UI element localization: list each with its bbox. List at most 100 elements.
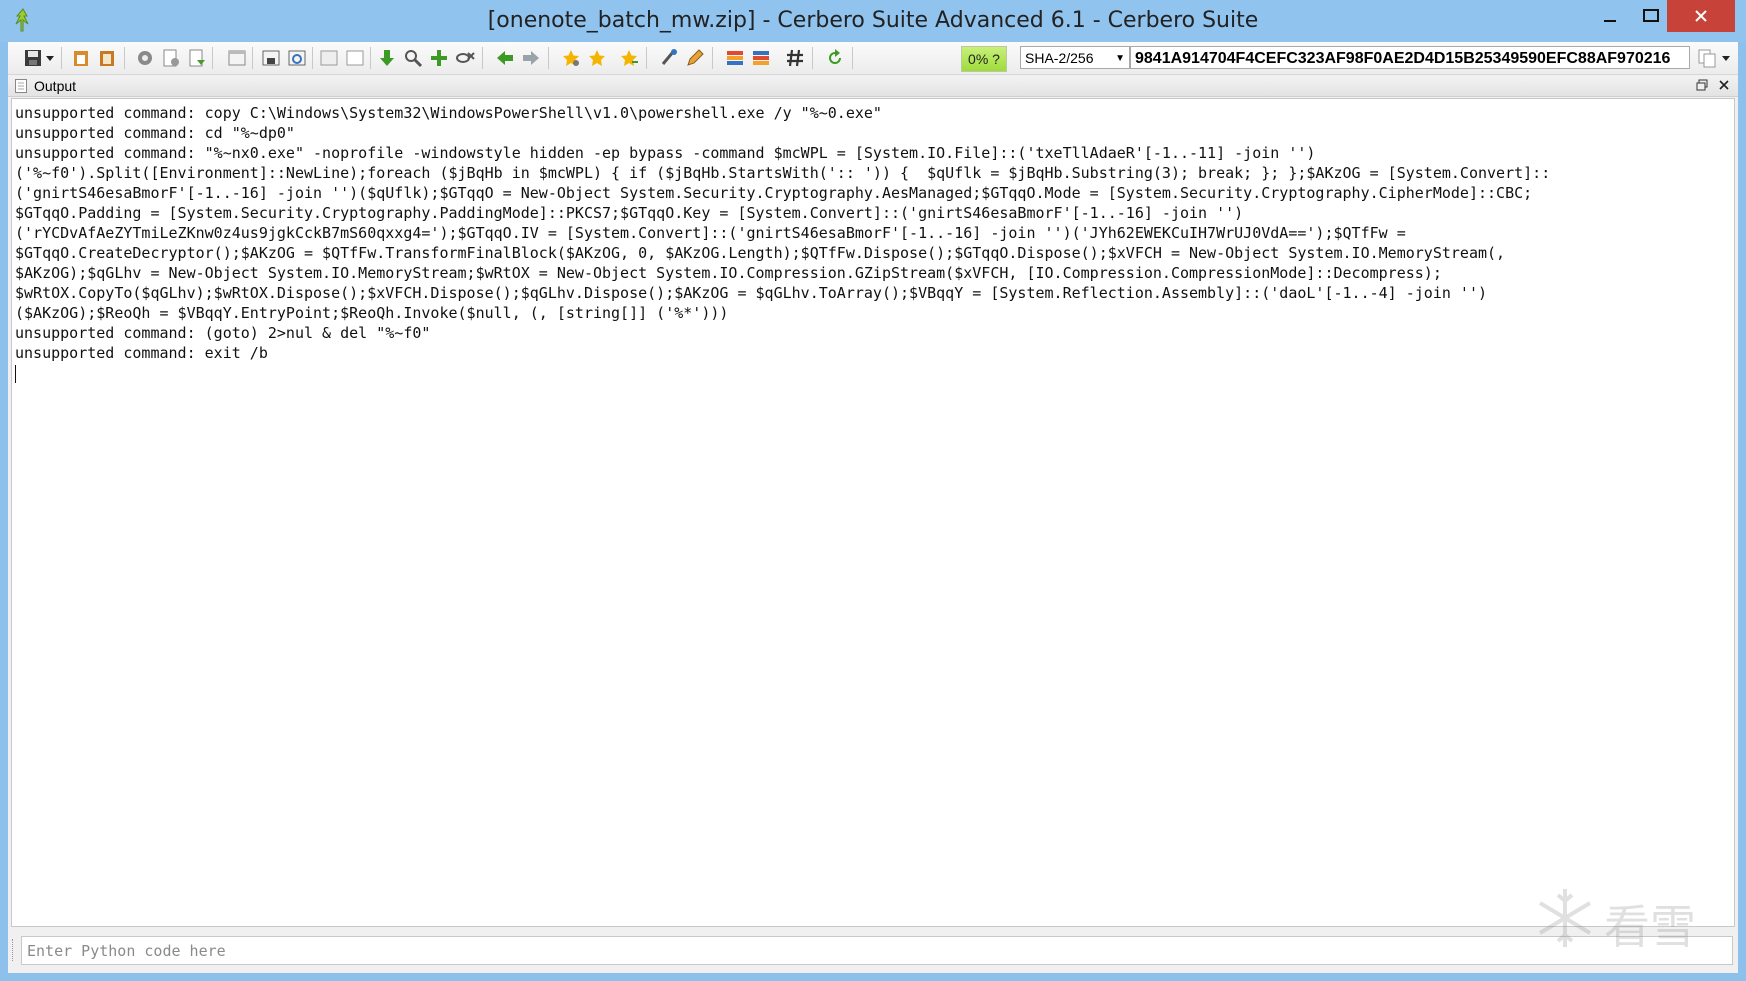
output-pane-header: Output xyxy=(8,76,1738,97)
copy-icon xyxy=(1698,49,1716,68)
frame-icon xyxy=(320,50,338,66)
color-bars-icon xyxy=(727,51,743,65)
float-pane-button[interactable] xyxy=(1696,77,1708,97)
window-icon xyxy=(228,50,246,66)
tools-button[interactable] xyxy=(658,47,680,69)
eye-x-icon xyxy=(456,52,475,63)
star-gear-icon xyxy=(563,50,579,66)
search-button[interactable] xyxy=(402,47,424,69)
chevron-down-icon xyxy=(1722,56,1730,61)
output-line: ($AKzOG);$ReoQh = $VBqqY.EntryPoint;$Reo… xyxy=(15,304,729,322)
output-line: $GTqqO.CreateDecryptor();$AKzOG = $QTfFw… xyxy=(15,244,1506,262)
output-line: ('gnirtS46esaBmorF'[-1..-16] -join '')($… xyxy=(15,184,1533,202)
extract-button[interactable] xyxy=(376,47,398,69)
copy-hash-button[interactable] xyxy=(1696,47,1718,69)
window-button[interactable] xyxy=(226,47,248,69)
minimize-button[interactable] xyxy=(1587,0,1633,32)
paste-icon xyxy=(74,51,88,66)
color-scheme-alt-button[interactable] xyxy=(750,47,772,69)
toolbar-separator xyxy=(370,47,371,69)
output-line: $wRtOX.CopyTo($qGLhv);$wRtOX.Dispose();$… xyxy=(15,284,1488,302)
save-window-icon xyxy=(262,50,280,66)
bookmark-settings-button[interactable] xyxy=(560,47,582,69)
output-line: unsupported command: copy C:\Windows\Sys… xyxy=(15,104,882,122)
paste-button[interactable] xyxy=(70,47,92,69)
save-icon xyxy=(25,50,41,66)
star-icon xyxy=(589,50,605,66)
hash-algorithm-select[interactable]: SHA-2/256 ▼ xyxy=(1020,46,1130,69)
save-dropdown-button[interactable] xyxy=(44,47,56,69)
output-line: $GTqqO.Padding = [System.Security.Crypto… xyxy=(15,204,1244,222)
python-code-input[interactable] xyxy=(21,936,1733,965)
add-button[interactable] xyxy=(428,47,450,69)
output-line: unsupported command: exit /b xyxy=(15,344,268,362)
forward-button[interactable] xyxy=(520,47,542,69)
restore-icon xyxy=(1696,79,1708,91)
hash-button[interactable] xyxy=(784,47,806,69)
save-window-button[interactable] xyxy=(260,47,282,69)
recompute-button[interactable] xyxy=(824,47,846,69)
clipboard-button[interactable] xyxy=(96,47,118,69)
close-icon xyxy=(1719,80,1729,90)
snowflake-icon xyxy=(1538,889,1592,947)
gear-icon xyxy=(138,51,152,65)
maximize-icon xyxy=(1643,9,1659,22)
star-add-icon xyxy=(621,50,638,66)
toolbar-separator xyxy=(212,47,213,69)
page-settings-button[interactable] xyxy=(160,47,182,69)
output-pane-title: Output xyxy=(34,78,77,94)
toolbar-separator xyxy=(482,47,483,69)
back-arrow-icon xyxy=(497,51,513,65)
tools-icon xyxy=(661,49,677,65)
watermark-text: 看雪 xyxy=(1604,900,1696,954)
progress-indicator[interactable]: 0% ? xyxy=(961,46,1007,72)
page-gear-icon xyxy=(163,49,179,67)
output-line: unsupported command: "%~nx0.exe" -noprof… xyxy=(15,144,1316,162)
close-pane-button[interactable] xyxy=(1718,77,1730,97)
window-title: [onenote_batch_mw.zip] - Cerbero Suite A… xyxy=(487,8,1259,33)
chevron-down-icon xyxy=(46,56,54,61)
green-plus-icon xyxy=(431,50,447,66)
frame-outline-button[interactable] xyxy=(344,47,366,69)
magnify-icon xyxy=(405,50,423,68)
add-bookmark-button[interactable] xyxy=(618,47,640,69)
save-button[interactable] xyxy=(22,47,44,69)
hash-icon xyxy=(787,49,803,67)
pencil-icon xyxy=(687,49,704,66)
document-icon xyxy=(15,79,27,93)
toolbar-separator xyxy=(124,47,125,69)
toolbar-overflow-button[interactable] xyxy=(1720,47,1732,69)
title-bar[interactable]: [onenote_batch_mw.zip] - Cerbero Suite A… xyxy=(0,0,1746,42)
toolbar-separator xyxy=(252,47,253,69)
python-console-bar xyxy=(8,930,1738,970)
toolbar-separator xyxy=(712,47,713,69)
inspect-button[interactable] xyxy=(454,47,476,69)
kanxue-watermark: 看雪 xyxy=(1532,885,1712,955)
output-text-area[interactable]: unsupported command: copy C:\Windows\Sys… xyxy=(11,98,1735,927)
toolbar-separator xyxy=(548,47,549,69)
page-arrow-icon xyxy=(189,49,205,67)
chevron-down-icon: ▼ xyxy=(1115,53,1125,64)
close-window-button[interactable] xyxy=(1667,0,1735,32)
green-down-icon xyxy=(380,50,394,66)
settings-button[interactable] xyxy=(134,47,156,69)
edit-button[interactable] xyxy=(684,47,706,69)
hash-algorithm-value: SHA-2/256 xyxy=(1025,50,1094,66)
clipboard-icon xyxy=(100,51,114,66)
toolbar-grip[interactable] xyxy=(12,939,17,961)
bookmark-button[interactable] xyxy=(586,47,608,69)
toolbar-separator xyxy=(852,47,853,69)
refresh-window-icon xyxy=(288,50,306,66)
refresh-window-button[interactable] xyxy=(286,47,308,69)
forward-arrow-icon xyxy=(523,51,539,65)
color-scheme-button[interactable] xyxy=(724,47,746,69)
back-button[interactable] xyxy=(494,47,516,69)
page-export-button[interactable] xyxy=(186,47,208,69)
frame-outline-icon xyxy=(346,50,364,66)
color-bars-alt-icon xyxy=(753,51,769,65)
hash-value-field[interactable]: 9841A914704F4CEFC323AF98F0AE2D4D15B25349… xyxy=(1130,46,1690,69)
output-line: $AKzOG);$qGLhv = New-Object System.IO.Me… xyxy=(15,264,1442,282)
minimize-icon xyxy=(1604,20,1616,22)
frame-button[interactable] xyxy=(318,47,340,69)
toolbar-separator xyxy=(61,47,62,69)
